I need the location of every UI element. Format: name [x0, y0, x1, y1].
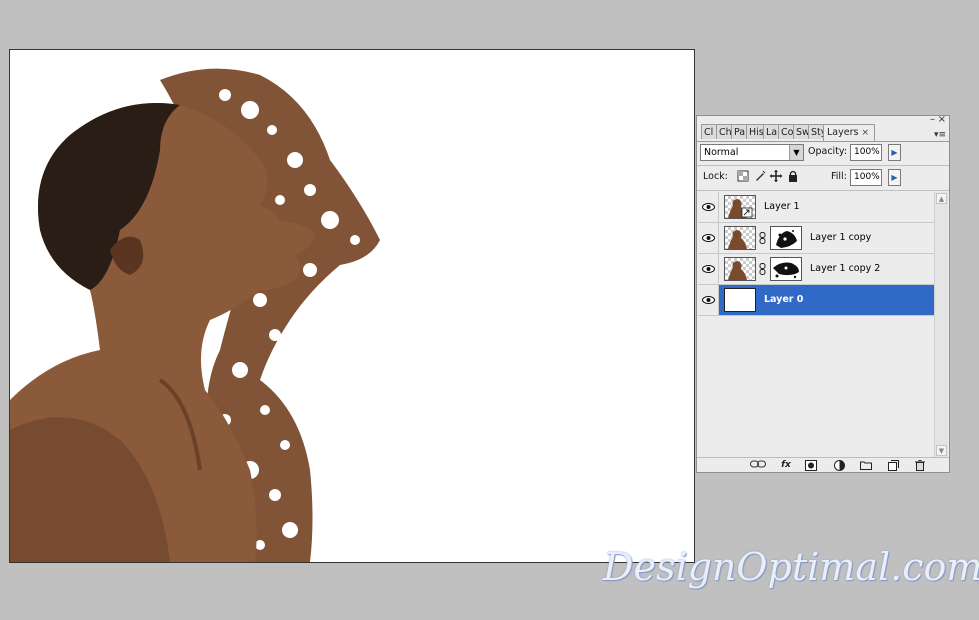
adjustment-layer-icon[interactable] — [832, 460, 846, 471]
tab-swatches[interactable]: Sw — [793, 124, 809, 139]
visibility-eye-icon[interactable] — [698, 254, 719, 284]
layer-row-layer-1-copy-2[interactable]: Layer 1 copy 2 — [698, 254, 934, 285]
lock-position-icon[interactable] — [770, 170, 782, 182]
layer-thumbnail — [724, 226, 756, 250]
fill-label: Fill: — [831, 171, 847, 182]
new-layer-icon[interactable] — [886, 460, 900, 471]
opacity-label: Opacity: — [808, 146, 848, 157]
mask-link-icon[interactable] — [759, 232, 766, 244]
visibility-eye-icon[interactable] — [698, 285, 719, 315]
tab-label: Cl — [704, 127, 714, 138]
tab-color[interactable]: Co — [778, 124, 794, 139]
panel-title-bar[interactable]: – × — [697, 115, 949, 125]
layer-row-layer-1[interactable]: Layer 1 — [698, 192, 934, 223]
opacity-input[interactable]: 100% — [850, 144, 882, 161]
lock-all-icon[interactable] — [787, 170, 799, 182]
link-layers-icon[interactable] — [749, 460, 767, 471]
blend-mode-value: Normal — [704, 147, 739, 158]
layer-row-layer-1-copy[interactable]: Layer 1 copy — [698, 223, 934, 254]
layer-row-layer-0[interactable]: Layer 0 — [698, 285, 934, 316]
new-group-icon[interactable] — [859, 460, 873, 471]
minimize-icon[interactable]: – — [930, 115, 935, 125]
visibility-eye-icon[interactable] — [698, 223, 719, 253]
panel-tabs: Cl Ch Pa His La Co Sw Sty Layers× — [701, 124, 875, 141]
chevron-down-icon[interactable]: ▼ — [789, 145, 803, 160]
fill-slider-button[interactable]: ▶ — [888, 169, 901, 186]
tab-label: Layers — [827, 127, 859, 138]
tab-styles[interactable]: Sty — [808, 124, 824, 139]
mask-link-icon[interactable] — [759, 263, 766, 275]
tab-layers[interactable]: Layers × — [823, 124, 875, 141]
opacity-slider-button[interactable]: ▶ — [888, 144, 901, 161]
layer-mask-thumbnail[interactable] — [770, 257, 802, 281]
layer-thumbnail — [724, 257, 756, 281]
tab-label: Pa — [734, 127, 746, 138]
layer-thumbnail — [724, 288, 756, 312]
layers-scrollbar[interactable]: ▲ ▼ — [934, 192, 948, 457]
blend-mode-select[interactable]: Normal ▼ — [700, 144, 804, 161]
tab-paths[interactable]: Pa — [731, 124, 747, 139]
layer-name: Layer 0 — [764, 294, 804, 305]
close-panel-icon[interactable]: × — [938, 115, 946, 125]
divider — [697, 190, 949, 191]
layer-mask-thumbnail[interactable] — [770, 226, 802, 250]
trash-icon[interactable] — [913, 460, 927, 471]
panel-bottom-bar: fx — [697, 457, 949, 473]
tab-clone-source[interactable]: Cl — [701, 124, 717, 139]
tab-label: His — [749, 127, 764, 138]
layer-name: Layer 1 — [764, 201, 800, 212]
visibility-eye-icon[interactable] — [698, 192, 719, 222]
panel-menu-icon[interactable]: ▾≡ — [934, 130, 946, 140]
fx-icon[interactable]: fx — [777, 460, 795, 471]
close-tab-icon[interactable]: × — [861, 128, 869, 138]
divider — [697, 165, 949, 166]
lock-transparency-icon[interactable] — [737, 170, 749, 182]
scroll-up-icon[interactable]: ▲ — [936, 193, 947, 204]
scroll-down-icon[interactable]: ▼ — [936, 445, 947, 456]
fill-input[interactable]: 100% — [850, 169, 882, 186]
tab-history[interactable]: His — [746, 124, 764, 139]
tab-label: Ch — [719, 127, 732, 138]
blend-row: Normal ▼ Opacity: 100% ▶ — [700, 144, 948, 164]
add-mask-icon[interactable] — [804, 460, 818, 471]
watermark-logo: DesignOptimal.com — [603, 545, 979, 589]
lock-label: Lock: — [703, 171, 728, 182]
lock-image-pixels-icon[interactable] — [754, 170, 766, 182]
layers-panel: – × Cl Ch Pa His La Co Sw Sty Layers× ▾≡… — [696, 115, 950, 473]
tab-layer-comps[interactable]: La — [763, 124, 779, 139]
layers-list: Layer 1 Layer 1 copy Layer 1 copy 2 Laye… — [698, 192, 934, 457]
artwork-image — [10, 68, 380, 562]
tab-channels[interactable]: Ch — [716, 124, 732, 139]
tab-label: La — [766, 127, 778, 138]
document-canvas[interactable] — [9, 49, 695, 563]
layer-name: Layer 1 copy — [810, 232, 872, 243]
layer-name: Layer 1 copy 2 — [810, 263, 881, 274]
layer-thumbnail — [724, 195, 756, 219]
tab-label: Co — [781, 127, 794, 138]
tab-divider — [697, 141, 949, 142]
